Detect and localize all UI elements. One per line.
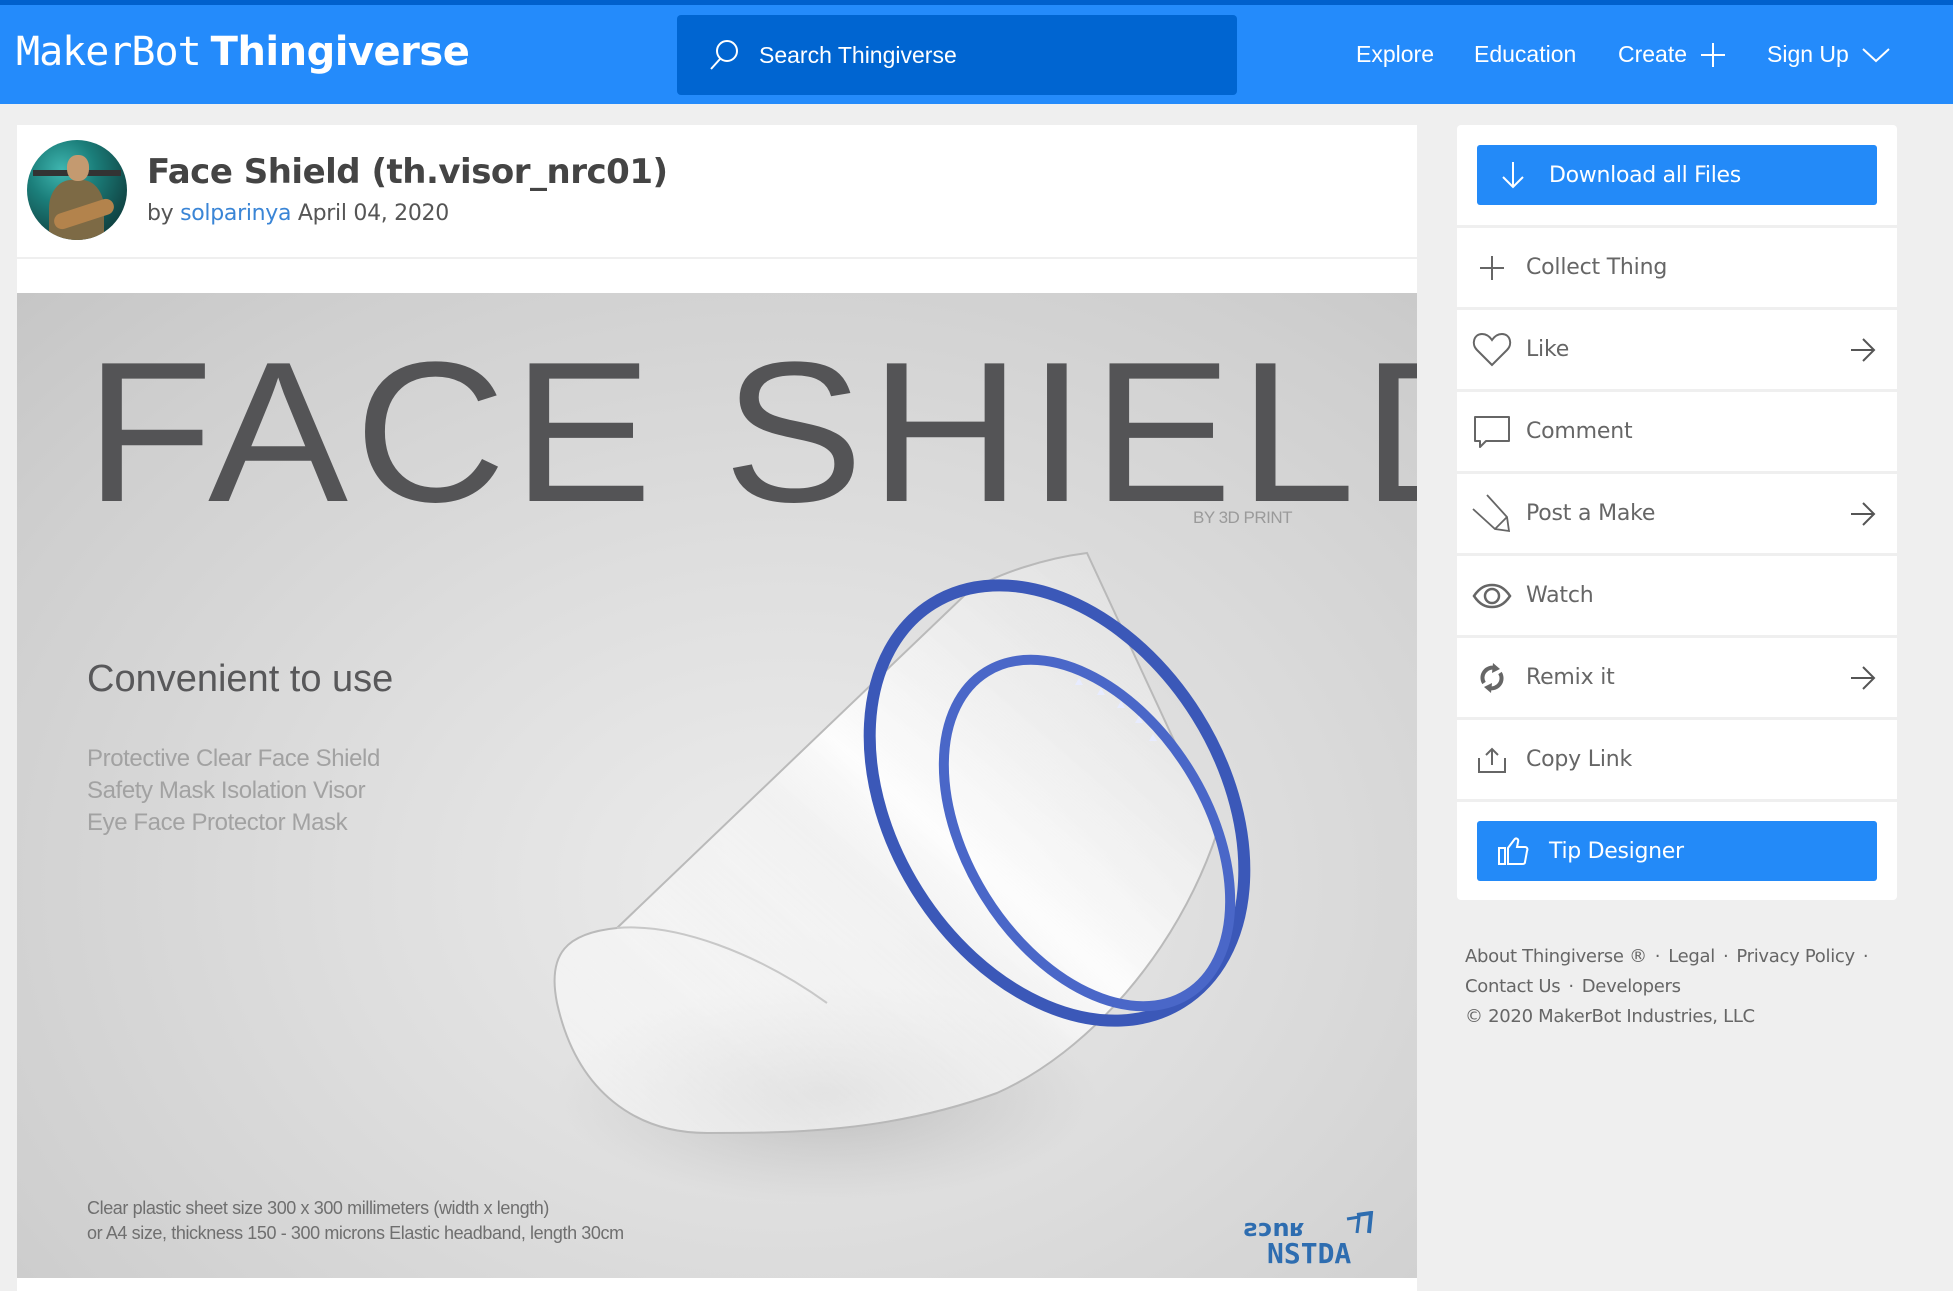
image-features: Protective Clear Face Shield Safety Mask… — [87, 743, 380, 839]
search-placeholder: Search Thingiverse — [759, 41, 957, 68]
thing-card: Face Shield (th.visor_nrc01) by solparin… — [17, 125, 1417, 1291]
nav-create-label: Create — [1618, 41, 1688, 67]
feature-line: Safety Mask Isolation Visor — [87, 777, 366, 804]
like-label: Like — [1526, 337, 1570, 362]
collect-thing-button[interactable]: Collect Thing — [1457, 225, 1897, 307]
nav-explore[interactable]: Explore — [1356, 5, 1434, 104]
pencil-icon — [1472, 493, 1511, 532]
comment-label: Comment — [1526, 419, 1633, 444]
collect-thing-label: Collect Thing — [1526, 255, 1668, 280]
footer-link-developers[interactable]: Developers — [1582, 976, 1681, 997]
arrow-right-icon — [1851, 665, 1876, 690]
heart-icon — [1472, 332, 1512, 366]
arrow-right-icon — [1851, 337, 1876, 362]
image-subtitle: BY 3D PRINT — [1193, 508, 1293, 527]
footer-link-privacy[interactable]: Privacy Policy — [1736, 946, 1855, 967]
site-footer: About Thingiverse ® · Legal · Privacy Policy… — [1465, 942, 1876, 1032]
author-avatar[interactable] — [27, 140, 127, 240]
nav-create[interactable]: Create — [1618, 5, 1727, 104]
feature-line: Protective Clear Face Shield — [87, 745, 380, 772]
tip-designer-label: Tip Designer — [1549, 838, 1684, 864]
download-all-files-label: Download all Files — [1549, 162, 1741, 188]
arrow-right-icon — [1851, 501, 1876, 526]
card-divider — [17, 257, 1417, 259]
copy-link-label: Copy Link — [1526, 747, 1633, 772]
tip-designer-button[interactable]: Tip Designer — [1477, 821, 1877, 881]
nav-signup-item[interactable]: Sign Up — [1767, 41, 1891, 68]
caption-line: or A4 size, thickness 150 - 300 microns … — [87, 1223, 624, 1243]
plus-icon — [1480, 255, 1504, 280]
footer-link-contact[interactable]: Contact Us — [1465, 976, 1561, 997]
like-button[interactable]: Like — [1457, 307, 1897, 389]
eye-icon — [1472, 583, 1512, 608]
nav-education[interactable]: Education — [1474, 5, 1576, 104]
search-input[interactable]: Search Thingiverse — [677, 15, 1237, 95]
logo-makerbot-text: MakerBot — [16, 29, 202, 75]
nav-signup[interactable]: Sign Up — [1767, 5, 1891, 104]
remix-button[interactable]: Remix it — [1457, 635, 1897, 717]
nav-signup-label: Sign Up — [1767, 41, 1849, 67]
thing-title: Face Shield (th.visor_nrc01) — [147, 152, 668, 192]
download-all-files-button[interactable]: Download all Files — [1477, 145, 1877, 205]
plus-icon — [1701, 42, 1726, 67]
nav-explore-label[interactable]: Explore — [1356, 41, 1434, 68]
search-icon — [710, 40, 738, 70]
remix-label: Remix it — [1526, 665, 1615, 690]
comment-button[interactable]: Comment — [1457, 389, 1897, 471]
image-caption: Clear plastic sheet size 300 x 300 milli… — [87, 1196, 624, 1246]
download-arrow-icon — [1502, 162, 1524, 189]
feature-line: Eye Face Protector Mask — [87, 809, 348, 836]
face-shield-illustration — [553, 551, 1251, 1203]
post-a-make-label: Post a Make — [1526, 501, 1656, 526]
share-icon — [1478, 747, 1506, 773]
watch-label: Watch — [1526, 583, 1594, 608]
comment-icon — [1474, 415, 1510, 448]
publish-date: April 04, 2020 — [297, 201, 449, 226]
remix-icon — [1480, 662, 1504, 693]
thumbs-up-icon — [1498, 837, 1529, 865]
thing-image[interactable]: FACE SHIELD BY 3D PRINT Convenient to us… — [17, 293, 1417, 1278]
footer-separator: · — [1654, 946, 1661, 967]
makerbot-thingiverse-logo[interactable]: MakerBot Thingiverse — [16, 29, 470, 75]
nstda-logo: ƨɔnʁ NSTDA — [1244, 1211, 1374, 1266]
byline-prefix: by — [147, 201, 174, 226]
author-link[interactable]: solparinya — [180, 201, 291, 226]
footer-separator: · — [1722, 946, 1729, 967]
footer-separator: · — [1862, 946, 1869, 967]
footer-link-about[interactable]: About Thingiverse ® — [1465, 946, 1647, 967]
copy-link-button[interactable]: Copy Link — [1457, 717, 1897, 799]
nstda-logo-text: NSTDA — [1267, 1237, 1351, 1266]
footer-link-legal[interactable]: Legal — [1668, 946, 1715, 967]
watch-button[interactable]: Watch — [1457, 553, 1897, 635]
footer-separator: · — [1568, 976, 1574, 997]
image-tagline: Convenient to use — [87, 658, 394, 700]
footer-copyright: © 2020 MakerBot Industries, LLC — [1465, 1006, 1755, 1027]
nav-create-item[interactable]: Create — [1618, 41, 1727, 69]
image-headline: FACE SHIELD — [85, 321, 1417, 544]
chevron-down-icon — [1862, 47, 1890, 62]
logo-thingiverse-text: Thingiverse — [210, 29, 470, 75]
action-sidebar: Download all Files Collect Thing Like Co… — [1457, 125, 1897, 900]
byline: by solparinya April 04, 2020 — [147, 201, 449, 226]
nav-education-label[interactable]: Education — [1474, 41, 1576, 68]
post-a-make-button[interactable]: Post a Make — [1457, 471, 1897, 553]
caption-line: Clear plastic sheet size 300 x 300 milli… — [87, 1198, 550, 1218]
